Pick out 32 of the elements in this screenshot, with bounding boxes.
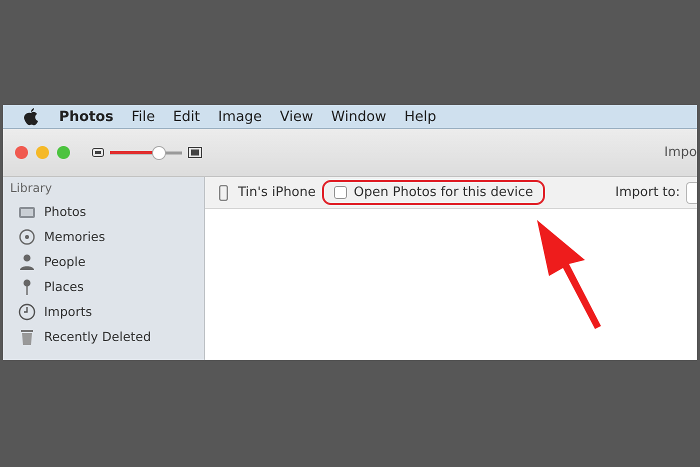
phone-icon bbox=[219, 184, 228, 200]
small-thumbnails-icon bbox=[92, 148, 104, 157]
import-to-label: Import to: bbox=[615, 185, 680, 200]
sidebar-item[interactable]: Recently Deleted bbox=[10, 324, 204, 349]
sidebar-item[interactable]: Imports bbox=[10, 299, 204, 324]
slider-thumb[interactable] bbox=[152, 146, 166, 160]
apple-icon[interactable] bbox=[23, 108, 39, 126]
sidebar-item[interactable]: People bbox=[10, 249, 204, 274]
person-icon bbox=[18, 252, 36, 270]
sidebar-item[interactable]: Memories bbox=[10, 224, 204, 249]
clock-icon bbox=[18, 302, 36, 320]
menu-item[interactable]: View bbox=[280, 108, 314, 124]
checkbox[interactable] bbox=[334, 186, 347, 199]
sidebar-item[interactable]: Photos bbox=[10, 199, 204, 224]
close-button[interactable] bbox=[15, 146, 28, 159]
trash-icon bbox=[18, 328, 36, 346]
device-name: Tin's iPhone bbox=[238, 185, 316, 200]
sidebar-item[interactable]: Places bbox=[10, 274, 204, 299]
menu-item[interactable]: Image bbox=[218, 108, 262, 124]
large-thumbnails-icon bbox=[188, 147, 202, 158]
menu-item[interactable]: File bbox=[132, 108, 155, 124]
memories-icon bbox=[18, 228, 36, 246]
menu-item[interactable]: Window bbox=[331, 108, 386, 124]
checkbox-label[interactable]: Open Photos for this device bbox=[354, 185, 534, 200]
import-destination-field[interactable] bbox=[686, 182, 697, 204]
menu-item[interactable]: Help bbox=[404, 108, 436, 124]
minimize-button[interactable] bbox=[36, 146, 49, 159]
app-menu[interactable]: Photos bbox=[59, 108, 114, 124]
zoom-button[interactable] bbox=[57, 146, 70, 159]
menu-item[interactable]: Edit bbox=[172, 108, 200, 124]
sidebar-heading: Library bbox=[10, 181, 53, 195]
toolbar-label: Impo bbox=[664, 145, 697, 160]
